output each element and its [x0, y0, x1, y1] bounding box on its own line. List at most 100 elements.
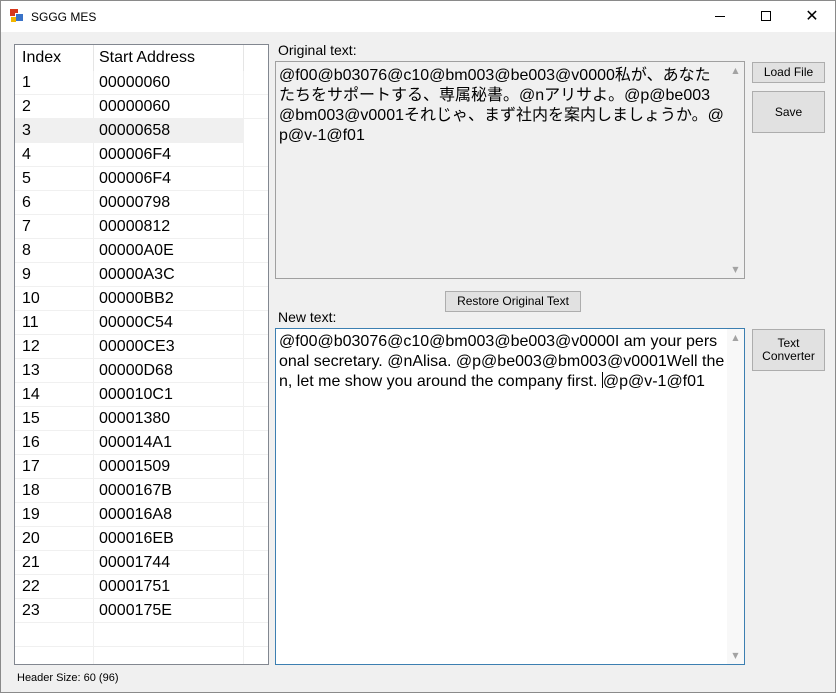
table-row[interactable]: 23 0000175E — [15, 599, 268, 623]
new-text-after-caret: @p@v-1@f01 — [602, 373, 705, 390]
row-start-address: 00000A3C — [99, 266, 175, 283]
row-start-address: 000010C1 — [99, 386, 173, 403]
table-row[interactable]: 1 00000060 — [15, 71, 268, 95]
row-index: 9 — [22, 266, 31, 283]
row-start-address: 000016EB — [99, 530, 174, 547]
table-row[interactable]: 17 00001509 — [15, 455, 268, 479]
original-text-scrollbar[interactable]: ▲ ▼ — [727, 62, 744, 278]
row-start-address: 00000D68 — [99, 362, 173, 379]
row-start-address: 00001744 — [99, 554, 171, 571]
row-index: 21 — [22, 554, 40, 571]
row-index: 8 — [22, 242, 31, 259]
text-converter-button[interactable]: Text Converter — [752, 329, 825, 371]
row-start-address: 0000175E — [99, 602, 172, 619]
text-converter-label-line2: Converter — [762, 349, 815, 363]
close-icon: ✕ — [805, 6, 819, 25]
row-start-address: 00000658 — [99, 122, 171, 139]
table-row[interactable]: 21 00001744 — [15, 551, 268, 575]
minimize-button[interactable] — [697, 1, 743, 32]
row-index: 1 — [22, 74, 31, 91]
scroll-down-icon[interactable]: ▼ — [727, 261, 744, 278]
load-file-button[interactable]: Load File — [752, 62, 825, 83]
row-index: 11 — [22, 314, 39, 331]
table-row[interactable]: 2 00000060 — [15, 95, 268, 119]
row-index: 4 — [22, 146, 31, 163]
row-index: 2 — [22, 98, 31, 115]
close-button[interactable]: ✕ — [789, 1, 835, 32]
new-text-scrollbar[interactable]: ▲ ▼ — [727, 329, 744, 664]
address-list[interactable]: Index Start Address 1 00000060 2 00000060 3 0… — [14, 44, 269, 665]
table-row[interactable]: 19 000016A8 — [15, 503, 268, 527]
row-index: 14 — [22, 386, 40, 403]
table-row[interactable]: 8 00000A0E — [15, 239, 268, 263]
row-start-address: 00000812 — [99, 218, 171, 235]
original-text-content: @f00@b03076@c10@bm003@be003@v0000私が、あなたた… — [279, 67, 724, 144]
table-row[interactable]: 15 00001380 — [15, 407, 268, 431]
table-row[interactable]: 3 00000658 — [15, 119, 244, 143]
row-start-address: 00000A0E — [99, 242, 174, 259]
window-title: SGGG MES — [31, 10, 97, 24]
row-index: 16 — [22, 434, 40, 451]
row-start-address: 00000060 — [99, 98, 171, 115]
new-text-box[interactable]: @f00@b03076@c10@bm003@be003@v0000I am yo… — [275, 328, 745, 665]
row-start-address: 000014A1 — [99, 434, 172, 451]
scroll-down-icon[interactable]: ▼ — [727, 647, 744, 664]
maximize-button[interactable] — [743, 1, 789, 32]
row-start-address: 00000798 — [99, 194, 171, 211]
table-row[interactable]: 11 00000C54 — [15, 311, 268, 335]
original-text-box[interactable]: @f00@b03076@c10@bm003@be003@v0000私が、あなたた… — [275, 61, 745, 279]
list-header: Index Start Address — [15, 45, 268, 71]
table-row[interactable]: 7 00000812 — [15, 215, 268, 239]
row-index: 20 — [22, 530, 40, 547]
empty-row — [15, 647, 268, 664]
table-row[interactable]: 12 00000CE3 — [15, 335, 268, 359]
save-button[interactable]: Save — [752, 91, 825, 133]
row-start-address: 00001380 — [99, 410, 171, 427]
empty-row — [15, 623, 268, 647]
row-index: 6 — [22, 194, 31, 211]
table-row[interactable]: 9 00000A3C — [15, 263, 268, 287]
table-row[interactable]: 22 00001751 — [15, 575, 268, 599]
row-start-address: 0000167B — [99, 482, 172, 499]
row-index: 18 — [22, 482, 40, 499]
app-icon — [10, 9, 24, 22]
header-index[interactable]: Index — [15, 45, 93, 71]
scroll-up-icon[interactable]: ▲ — [727, 62, 744, 79]
table-row[interactable]: 16 000014A1 — [15, 431, 268, 455]
row-index: 10 — [22, 290, 40, 307]
title-bar[interactable]: SGGG MES ✕ — [1, 1, 835, 32]
table-row[interactable]: 13 00000D68 — [15, 359, 268, 383]
maximize-icon — [761, 11, 771, 21]
new-text-label: New text: — [278, 309, 337, 325]
row-start-address: 000006F4 — [99, 170, 172, 187]
row-start-address: 00000CE3 — [99, 338, 175, 355]
row-index: 19 — [22, 506, 40, 523]
row-index: 5 — [22, 170, 31, 187]
table-row[interactable]: 10 00000BB2 — [15, 287, 268, 311]
table-row[interactable]: 6 00000798 — [15, 191, 268, 215]
header-size-status: Header Size: 60 (96) — [17, 672, 119, 684]
row-start-address: 00000C54 — [99, 314, 173, 331]
row-index: 7 — [22, 218, 31, 235]
header-start-address[interactable]: Start Address — [93, 45, 243, 71]
row-index: 3 — [22, 122, 31, 139]
table-row[interactable]: 5 000006F4 — [15, 167, 268, 191]
table-row[interactable]: 14 000010C1 — [15, 383, 268, 407]
row-start-address: 000006F4 — [99, 146, 172, 163]
scroll-up-icon[interactable]: ▲ — [727, 329, 744, 346]
original-text-label: Original text: — [278, 42, 357, 58]
table-row[interactable]: 18 0000167B — [15, 479, 268, 503]
row-index: 12 — [22, 338, 40, 355]
restore-original-text-button[interactable]: Restore Original Text — [445, 291, 581, 312]
main-window: SGGG MES ✕ Index Start Address 1 00000060… — [0, 0, 836, 693]
row-index: 15 — [22, 410, 40, 427]
row-start-address: 00000060 — [99, 74, 171, 91]
row-start-address: 00001509 — [99, 458, 171, 475]
header-separator[interactable] — [243, 45, 244, 71]
row-index: 22 — [22, 578, 40, 595]
table-row[interactable]: 4 000006F4 — [15, 143, 268, 167]
row-index: 17 — [22, 458, 40, 475]
table-row[interactable]: 20 000016EB — [15, 527, 268, 551]
row-start-address: 00001751 — [99, 578, 171, 595]
new-text-content: @f00@b03076@c10@bm003@be003@v0000I am yo… — [279, 332, 725, 392]
